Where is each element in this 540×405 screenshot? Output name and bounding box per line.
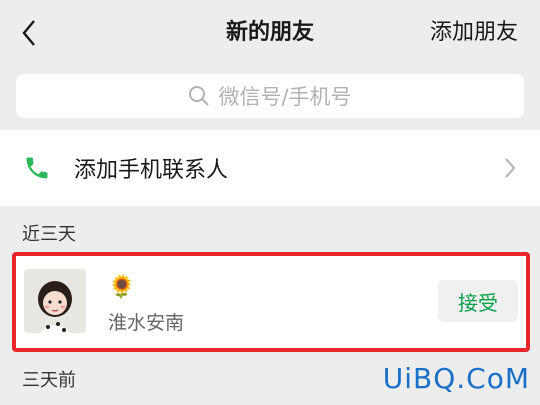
top-nav-bar: 新的朋友 添加朋友 <box>0 0 540 66</box>
search-icon <box>188 85 210 107</box>
search-placeholder: 微信号/手机号 <box>218 85 352 109</box>
friend-name: 淮水安南 <box>108 312 185 334</box>
sunflower-emoji: 🌻 <box>108 275 136 300</box>
search-bar[interactable]: 微信号/手机号 <box>16 74 524 118</box>
add-phone-contacts-row[interactable]: 添加手机联系人 <box>0 130 540 206</box>
phone-icon <box>22 153 52 183</box>
section-header-recent: 近三天 <box>22 224 76 245</box>
friend-request-row[interactable]: 🌻 淮水安南 接受 <box>14 256 528 350</box>
watermark-text: UiBQ.CoM <box>382 362 530 395</box>
section-header-earlier: 三天前 <box>22 370 76 391</box>
add-friend-button[interactable]: 添加朋友 <box>430 16 518 50</box>
avatar[interactable] <box>24 269 86 333</box>
chevron-right-icon <box>502 154 518 182</box>
add-phone-contacts-label: 添加手机联系人 <box>74 158 229 183</box>
accept-button[interactable]: 接受 <box>438 280 518 322</box>
